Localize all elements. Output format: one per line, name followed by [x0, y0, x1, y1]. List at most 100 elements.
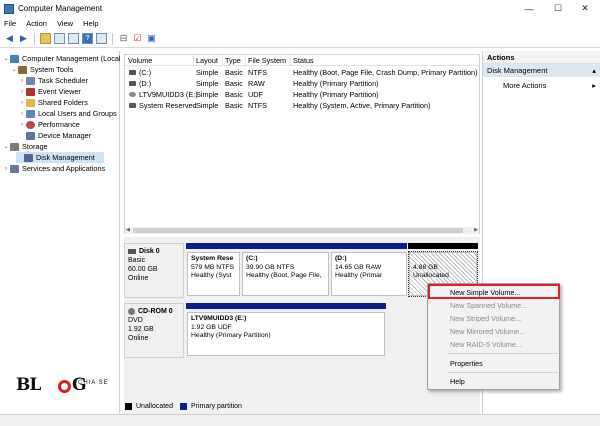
- dvd-icon: [128, 308, 135, 315]
- check-icon[interactable]: ☑: [132, 33, 143, 44]
- scrollbar-thumb[interactable]: [133, 228, 463, 233]
- collapse-icon: ›: [21, 99, 23, 106]
- tree-label: Shared Folders: [38, 98, 88, 107]
- menu-bar: File Action View Help: [0, 17, 600, 30]
- collapse-icon: ›: [21, 121, 23, 128]
- tree-item-local-users[interactable]: › Local Users and Groups: [18, 108, 117, 119]
- back-arrow-icon[interactable]: ◀: [4, 33, 15, 44]
- folder-icon: [26, 98, 35, 107]
- tree-item-root[interactable]: ⌄ Computer Management (Local: [2, 53, 120, 64]
- tree-item-storage[interactable]: ⌄ Storage: [2, 141, 48, 152]
- minimize-button[interactable]: —: [514, 0, 544, 17]
- logo-tagline: CHIA SE: [78, 380, 109, 386]
- tree-label: Services and Applications: [22, 164, 106, 173]
- tree-item-services[interactable]: › Services and Applications: [2, 163, 105, 174]
- menu-new-spanned-volume[interactable]: New Spanned Volume...: [428, 299, 559, 311]
- dvd-icon: [129, 92, 136, 97]
- column-header-type[interactable]: Type: [225, 56, 241, 65]
- tools-icon: [18, 65, 27, 74]
- tree-label: Device Manager: [38, 131, 92, 140]
- storage-icon: [10, 142, 19, 151]
- computer-icon: [10, 54, 19, 63]
- disk-icon: [128, 249, 136, 254]
- table-row[interactable]: (D:) Simple Basic RAW Healthy (Primary P…: [125, 78, 479, 89]
- tree-item-performance[interactable]: › Performance: [18, 119, 80, 130]
- disk0-name: Disk 0: [139, 248, 160, 255]
- maximize-button[interactable]: ☐: [543, 0, 573, 17]
- tree-label: Event Viewer: [38, 87, 81, 96]
- refresh-icon[interactable]: ▣: [146, 33, 157, 44]
- collapse-icon: ›: [21, 110, 23, 117]
- up-folder-icon[interactable]: [40, 33, 51, 44]
- tree-label: System Tools: [30, 65, 74, 74]
- table-row[interactable]: System Reserved Simple Basic NTFS Health…: [125, 100, 479, 111]
- disk0-label[interactable]: Disk 0 Basic 60.00 GB Online: [124, 243, 184, 298]
- column-header-file-system[interactable]: File System: [248, 56, 286, 65]
- volume-table: Volume Layout Type File System Status (C…: [124, 54, 480, 234]
- help-icon[interactable]: ?: [82, 33, 93, 44]
- menu-new-mirrored-volume[interactable]: New Mirrored Volume...: [428, 325, 559, 337]
- menu-action[interactable]: Action: [26, 19, 47, 28]
- tree-label: Local Users and Groups: [38, 109, 117, 118]
- legend-primary: Primary partition: [190, 402, 242, 410]
- column-header-layout[interactable]: Layout: [196, 56, 218, 65]
- tree-item-event-viewer[interactable]: › Event Viewer: [18, 86, 81, 97]
- show-hide-icon[interactable]: [96, 33, 107, 44]
- expand-icon: ⌄: [3, 144, 9, 150]
- menu-properties[interactable]: Properties: [428, 357, 559, 369]
- computer-management-icon: [4, 3, 14, 14]
- menu-file[interactable]: File: [4, 19, 16, 28]
- partition-legend: Unallocated Primary partition: [121, 400, 480, 412]
- primary-swatch: [179, 402, 187, 410]
- cdrom0-label[interactable]: CD-ROM 0 DVD 1.92 GB Online: [124, 303, 184, 358]
- chevron-right-icon: ▸: [592, 81, 596, 90]
- toolbar-separator: [34, 32, 35, 45]
- forward-arrow-icon[interactable]: ▶: [18, 33, 29, 44]
- partition-d[interactable]: (D:) 14.65 GB RAW Healthy (Primar: [331, 252, 407, 296]
- disk-icon: [24, 153, 33, 162]
- console-tree-icon[interactable]: [54, 33, 65, 44]
- scroll-left-icon[interactable]: ◀: [126, 227, 130, 233]
- tree-item-shared-folders[interactable]: › Shared Folders: [18, 97, 88, 108]
- partition-e[interactable]: LTV9MUIDD3 (E:) 1.92 GB UDF Healthy (Pri…: [187, 312, 385, 356]
- column-header-volume[interactable]: Volume: [128, 56, 152, 65]
- tree-item-system-tools[interactable]: ⌄ System Tools: [10, 64, 73, 75]
- partition-c[interactable]: (C:) 39.90 GB NTFS Healthy (Boot, Page F…: [242, 252, 329, 296]
- title-bar: Computer Management: [0, 0, 600, 17]
- scroll-right-icon[interactable]: ▶: [474, 227, 478, 233]
- menu-new-striped-volume[interactable]: New Striped Volume...: [428, 312, 559, 324]
- expand-icon: ⌄: [11, 67, 17, 73]
- tree-item-task-scheduler[interactable]: › Task Scheduler: [18, 75, 88, 86]
- connect-icon[interactable]: ⊟: [118, 33, 129, 44]
- volume-icon: [129, 70, 136, 75]
- volume-icon: [129, 81, 136, 86]
- table-row[interactable]: (C:) Simple Basic NTFS Healthy (Boot, Pa…: [125, 67, 479, 78]
- actions-disk-management[interactable]: Disk Management ▴: [483, 64, 600, 77]
- menu-help-item[interactable]: Help: [428, 375, 559, 387]
- table-row[interactable]: LTV9MUIDD3 (E:) Simple Basic UDF Healthy…: [125, 89, 479, 100]
- tree-label: Storage: [22, 142, 48, 151]
- tree-label: Disk Management: [36, 153, 95, 162]
- partition-system-reserved[interactable]: System Rese 579 MB NTFS Healthy (Syst: [187, 252, 240, 296]
- tree-item-disk-management[interactable]: Disk Management: [16, 152, 104, 163]
- performance-icon: [26, 120, 35, 129]
- menu-view[interactable]: View: [57, 19, 73, 28]
- unallocated-bar: [408, 243, 478, 249]
- cdrom0-size: 1.92 GB: [128, 326, 154, 333]
- logo-o-ring: [58, 380, 71, 393]
- window-title: Computer Management: [18, 4, 103, 13]
- properties-icon[interactable]: [68, 33, 79, 44]
- menu-new-raid5-volume[interactable]: New RAID-5 Volume...: [428, 338, 559, 350]
- more-actions[interactable]: More Actions ▸: [483, 79, 600, 92]
- horizontal-scrollbar[interactable]: ◀ ▶: [125, 227, 479, 234]
- disk0-state: Online: [128, 275, 149, 282]
- blog-watermark-logo: BL G CHIA SE: [12, 375, 112, 405]
- column-header-status[interactable]: Status: [293, 56, 314, 65]
- event-icon: [26, 87, 35, 96]
- tree-item-device-manager[interactable]: Device Manager: [18, 130, 91, 141]
- expand-icon: ⌄: [3, 56, 9, 62]
- cdrom0-name: CD-ROM 0: [138, 308, 173, 315]
- context-menu: New Simple Volume... New Spanned Volume.…: [427, 283, 560, 390]
- close-button[interactable]: ✕: [570, 0, 600, 17]
- menu-help[interactable]: Help: [83, 19, 98, 28]
